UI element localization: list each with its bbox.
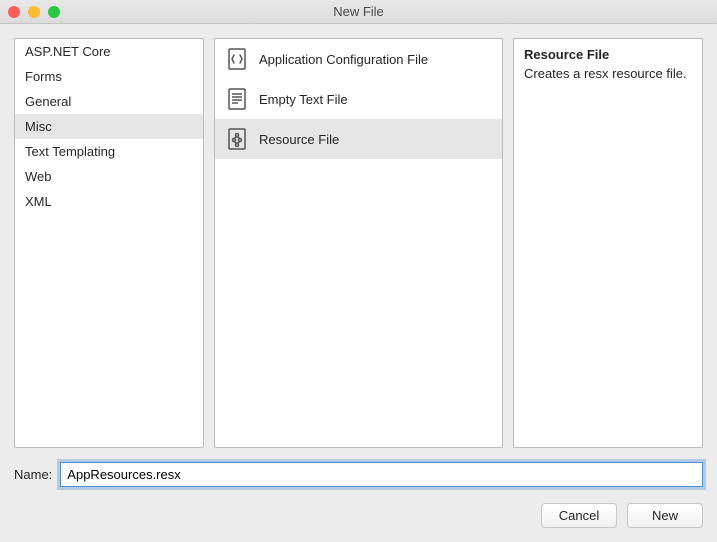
button-row: Cancel New — [14, 501, 703, 528]
template-label: Empty Text File — [259, 92, 348, 107]
category-item-web[interactable]: Web — [15, 164, 203, 189]
resource-file-icon — [225, 127, 249, 151]
description-panel: Resource File Creates a resx resource fi… — [513, 38, 703, 448]
new-button[interactable]: New — [627, 503, 703, 528]
cancel-button[interactable]: Cancel — [541, 503, 617, 528]
description-text: Creates a resx resource file. — [524, 66, 692, 81]
minimize-icon[interactable] — [28, 6, 40, 18]
template-item-empty-text[interactable]: Empty Text File — [215, 79, 502, 119]
category-item-forms[interactable]: Forms — [15, 64, 203, 89]
close-icon[interactable] — [8, 6, 20, 18]
name-row: Name: — [14, 462, 703, 487]
name-label: Name: — [14, 467, 52, 482]
category-item-aspnet-core[interactable]: ASP.NET Core — [15, 39, 203, 64]
panels: ASP.NET Core Forms General Misc Text Tem… — [14, 38, 703, 448]
category-item-xml[interactable]: XML — [15, 189, 203, 214]
category-item-general[interactable]: General — [15, 89, 203, 114]
maximize-icon[interactable] — [48, 6, 60, 18]
template-label: Resource File — [259, 132, 339, 147]
name-input[interactable] — [60, 462, 703, 487]
config-file-icon — [225, 47, 249, 71]
template-panel: Application Configuration File Empty Tex… — [214, 38, 503, 448]
description-title: Resource File — [524, 47, 692, 62]
window-title: New File — [0, 4, 717, 19]
text-file-icon — [225, 87, 249, 111]
category-item-text-templating[interactable]: Text Templating — [15, 139, 203, 164]
category-item-misc[interactable]: Misc — [15, 114, 203, 139]
template-item-app-config[interactable]: Application Configuration File — [215, 39, 502, 79]
template-item-resource[interactable]: Resource File — [215, 119, 502, 159]
category-panel: ASP.NET Core Forms General Misc Text Tem… — [14, 38, 204, 448]
content: ASP.NET Core Forms General Misc Text Tem… — [0, 24, 717, 542]
traffic-lights — [8, 6, 60, 18]
template-label: Application Configuration File — [259, 52, 428, 67]
titlebar: New File — [0, 0, 717, 24]
